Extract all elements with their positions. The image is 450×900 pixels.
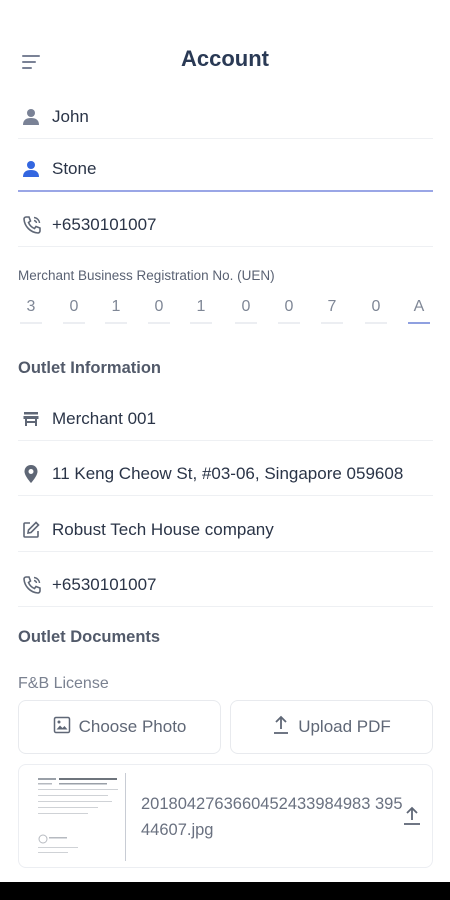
uen-digit[interactable]: 0 (365, 298, 387, 324)
uen-digit[interactable]: 0 (63, 298, 85, 324)
header: Account (0, 0, 450, 100)
choose-photo-label: Choose Photo (78, 717, 187, 736)
uen-label: Merchant Business Registration No. (UEN) (18, 268, 275, 283)
outlet-address-value: 11 Keng Cheow St, #03-06, Singapore 0596… (52, 463, 404, 483)
image-icon (53, 716, 71, 739)
document-thumbnail (33, 773, 126, 861)
person-icon (18, 95, 52, 139)
outlet-address-field[interactable]: 11 Keng Cheow St, #03-06, Singapore 0596… (18, 452, 433, 496)
uen-digit[interactable]: 3 (20, 298, 42, 324)
outlet-phone-value: +6530101007 (52, 574, 157, 594)
choose-photo-button[interactable]: Choose Photo (18, 700, 221, 754)
last-name-input[interactable] (52, 159, 412, 179)
uen-digit[interactable]: 0 (235, 298, 257, 324)
uen-digit[interactable]: 0 (148, 298, 170, 324)
outlet-phone-field[interactable]: +6530101007 (18, 563, 433, 607)
uen-digit[interactable]: 1 (105, 298, 127, 324)
outlet-company-field[interactable]: Robust Tech House company (18, 508, 433, 552)
uen-digit[interactable]: A (408, 298, 430, 324)
phone-icon (18, 563, 52, 607)
edit-icon (18, 508, 52, 552)
outlet-info-title: Outlet Information (18, 359, 161, 377)
uen-digit[interactable]: 1 (190, 298, 212, 324)
upload-pdf-label: Upload PDF (298, 717, 391, 736)
uen-digit[interactable]: 0 (278, 298, 300, 324)
page-title: Account (181, 46, 269, 71)
system-nav-bar (0, 882, 450, 900)
person-icon (18, 147, 52, 191)
first-name-field[interactable] (18, 95, 433, 139)
upload-icon (272, 715, 290, 740)
file-name: 2018042763660452433984983 39544607.jpg (141, 795, 403, 839)
uen-digit[interactable]: 7 (321, 298, 343, 324)
upload-pdf-button[interactable]: Upload PDF (230, 700, 433, 754)
outlet-name-field[interactable]: Merchant 001 (18, 397, 433, 441)
phone-input[interactable] (52, 214, 412, 235)
phone-field[interactable] (18, 203, 433, 247)
upload-icon[interactable] (402, 805, 424, 829)
store-icon (18, 397, 52, 441)
phone-icon (18, 203, 52, 247)
outlet-documents-title: Outlet Documents (18, 628, 161, 646)
first-name-input[interactable] (52, 106, 412, 127)
uen-input[interactable]: 3 0 1 0 1 0 0 7 0 A (18, 298, 433, 328)
outlet-company-value: Robust Tech House company (52, 519, 274, 539)
fb-license-label: F&B License (18, 675, 109, 692)
last-name-field[interactable] (18, 148, 433, 192)
outlet-name-value: Merchant 001 (52, 408, 156, 428)
location-pin-icon (18, 452, 52, 496)
uploaded-file-card: 2018042763660452433984983 39544607.jpg (18, 764, 433, 868)
